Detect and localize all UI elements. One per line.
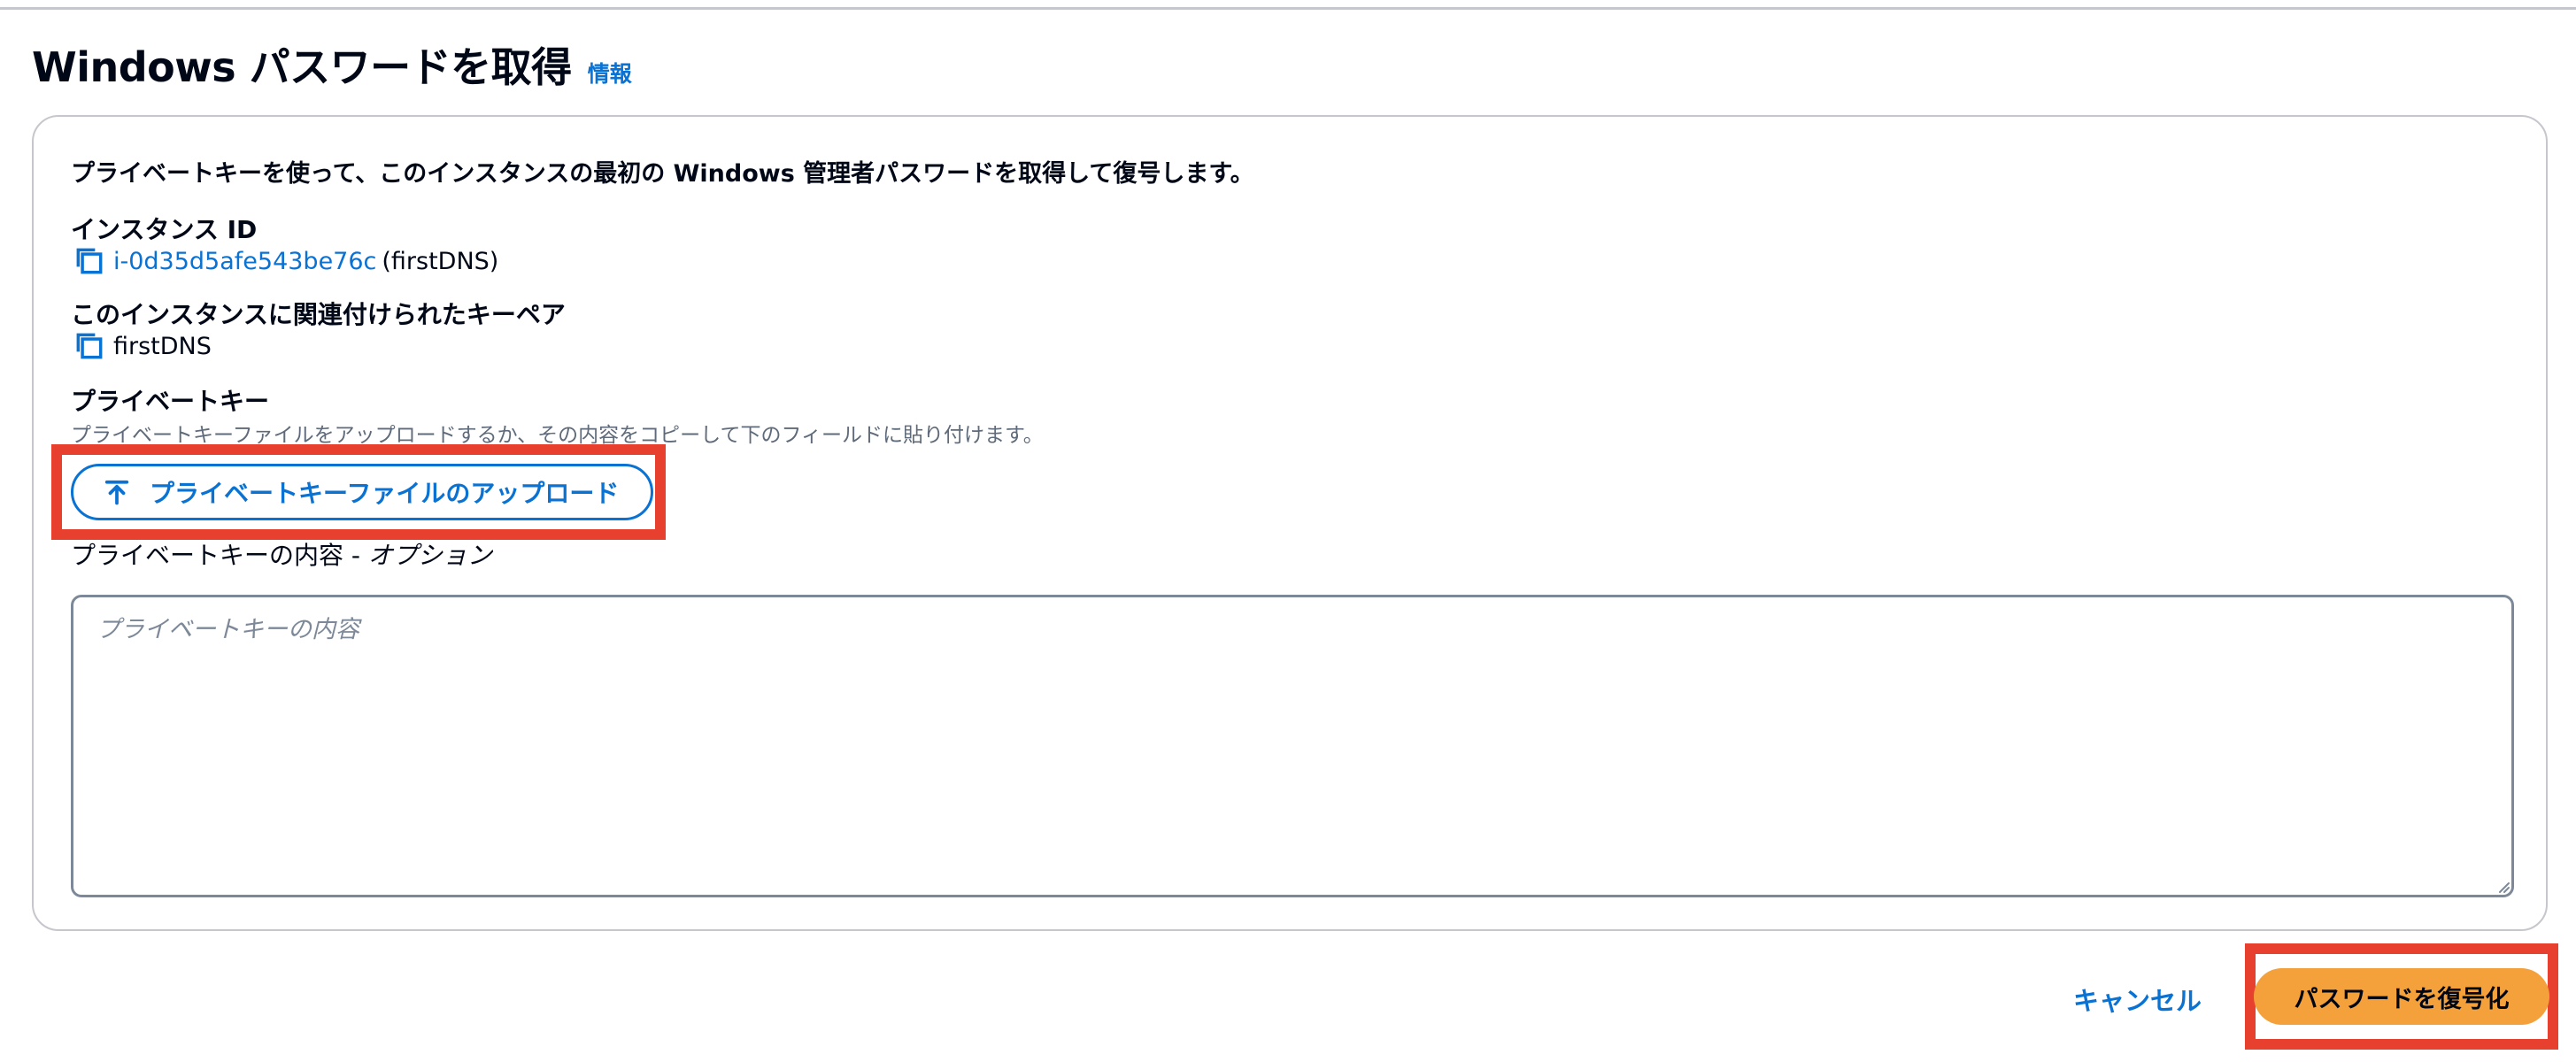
- keypair-value: firstDNS: [113, 332, 212, 360]
- resize-handle-icon[interactable]: [2495, 878, 2510, 894]
- optional-tag: オプション: [367, 541, 492, 570]
- private-key-label: プライベートキー: [71, 387, 270, 416]
- top-divider: [0, 7, 2576, 10]
- upload-button-label: プライベートキーファイルのアップロード: [150, 479, 620, 508]
- password-panel: プライベートキーを使って、このインスタンスの最初の Windows 管理者パスワ…: [32, 115, 2548, 931]
- page-header: Windows パスワードを取得 情報: [32, 35, 632, 94]
- instance-id-link[interactable]: i-0d35d5afe543be76c: [113, 248, 376, 275]
- upload-private-key-button[interactable]: プライベートキーファイルのアップロード: [71, 464, 653, 520]
- info-link[interactable]: 情報: [588, 57, 632, 88]
- instance-id-row: i-0d35d5afe543be76c (firstDNS): [73, 244, 498, 278]
- get-windows-password-page: Windows パスワードを取得 情報 プライベートキーを使って、このインスタン…: [0, 0, 2576, 1062]
- page-title: Windows パスワードを取得: [32, 43, 572, 91]
- panel-description: プライベートキーを使って、このインスタンスの最初の Windows 管理者パスワ…: [71, 160, 1254, 188]
- copy-icon[interactable]: [73, 244, 106, 278]
- instance-id-label: インスタンス ID: [71, 215, 258, 244]
- copy-icon[interactable]: [73, 329, 106, 363]
- instance-name: (firstDNS): [382, 247, 499, 275]
- private-key-content-label: プライベートキーの内容 - オプション: [71, 536, 492, 572]
- decrypt-password-button[interactable]: パスワードを復号化: [2254, 968, 2549, 1025]
- private-key-help-text: プライベートキーファイルをアップロードするか、その内容をコピーして下のフィールド…: [71, 424, 1044, 447]
- content-label-text: プライベートキーの内容 -: [71, 541, 361, 570]
- private-key-content-textarea[interactable]: [71, 595, 2514, 897]
- cancel-button[interactable]: キャンセル: [2073, 981, 2202, 1018]
- keypair-label: このインスタンスに関連付けられたキーペア: [71, 300, 566, 329]
- upload-icon: [104, 480, 129, 505]
- keypair-row: firstDNS: [73, 329, 212, 363]
